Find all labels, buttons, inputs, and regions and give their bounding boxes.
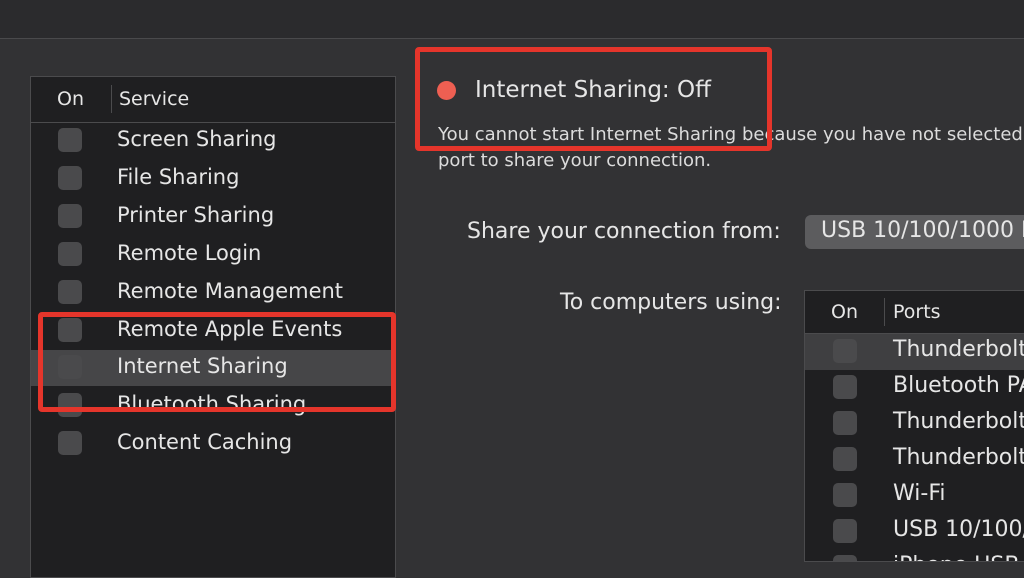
service-label: Remote Login bbox=[117, 241, 262, 265]
service-label: Remote Management bbox=[117, 279, 344, 303]
port-checkbox[interactable] bbox=[833, 555, 857, 561]
port-checkbox[interactable] bbox=[833, 339, 857, 363]
port-row[interactable]: Thunderbolt Ethernet bbox=[805, 334, 1024, 370]
service-label: File Sharing bbox=[117, 165, 240, 189]
column-header-service[interactable]: Service bbox=[119, 88, 189, 110]
column-header-on[interactable]: On bbox=[831, 301, 858, 323]
port-label: Thunderbolt Bridge bbox=[893, 409, 1024, 434]
service-checkbox[interactable] bbox=[58, 280, 82, 304]
port-label: Thunderbolt Ethernet bbox=[893, 337, 1024, 362]
ports-list-header: On Ports bbox=[805, 291, 1024, 334]
service-checkbox[interactable] bbox=[58, 166, 82, 190]
port-row[interactable]: Wi-Fi bbox=[805, 478, 1024, 514]
service-row-remote-login[interactable]: Remote Login bbox=[31, 237, 395, 273]
share-from-label: Share your connection from: bbox=[467, 219, 781, 244]
share-from-value: USB 10/100/1000 LAN bbox=[821, 218, 1024, 243]
port-label: Wi-Fi bbox=[893, 481, 946, 506]
to-computers-label: To computers using: bbox=[560, 290, 782, 315]
port-row[interactable]: Thunderbolt Bridge bbox=[805, 406, 1024, 442]
service-checkbox[interactable] bbox=[58, 128, 82, 152]
port-checkbox[interactable] bbox=[833, 447, 857, 471]
service-checkbox[interactable] bbox=[58, 204, 82, 228]
share-from-select[interactable]: USB 10/100/1000 LAN bbox=[805, 215, 1024, 249]
port-checkbox[interactable] bbox=[833, 411, 857, 435]
port-checkbox[interactable] bbox=[833, 375, 857, 399]
port-label: iPhone USB bbox=[893, 553, 1019, 561]
port-checkbox[interactable] bbox=[833, 483, 857, 507]
ports-list: On Ports Thunderbolt Ethernet Bluetooth … bbox=[804, 290, 1024, 562]
annotation-box-status bbox=[415, 47, 772, 151]
port-row[interactable]: USB 10/100/1000 LAN bbox=[805, 514, 1024, 550]
column-header-on[interactable]: On bbox=[57, 88, 84, 110]
service-row-file-sharing[interactable]: File Sharing bbox=[31, 161, 395, 197]
service-label: Content Caching bbox=[117, 430, 293, 454]
port-row[interactable]: iPhone USB bbox=[805, 550, 1024, 561]
service-row-printer-sharing[interactable]: Printer Sharing bbox=[31, 199, 395, 235]
port-checkbox[interactable] bbox=[833, 519, 857, 543]
service-label: Screen Sharing bbox=[117, 127, 277, 151]
column-header-ports[interactable]: Ports bbox=[893, 301, 941, 323]
service-row-screen-sharing[interactable]: Screen Sharing bbox=[31, 123, 395, 159]
service-label: Printer Sharing bbox=[117, 203, 275, 227]
service-checkbox[interactable] bbox=[58, 431, 82, 455]
port-row[interactable]: Thunderbolt Ethernet Slot 1 bbox=[805, 442, 1024, 478]
toolbar bbox=[0, 0, 1024, 39]
service-row-content-caching[interactable]: Content Caching bbox=[31, 426, 395, 462]
port-row[interactable]: Bluetooth PAN bbox=[805, 370, 1024, 406]
port-label: Bluetooth PAN bbox=[893, 373, 1024, 398]
port-label: Thunderbolt Ethernet Slot 1 bbox=[893, 445, 1024, 470]
service-list-header: On Service bbox=[31, 77, 395, 123]
column-divider bbox=[884, 298, 885, 326]
annotation-box-services bbox=[38, 312, 396, 412]
column-divider bbox=[111, 85, 112, 113]
port-label: USB 10/100/1000 LAN bbox=[893, 517, 1024, 542]
service-checkbox[interactable] bbox=[58, 242, 82, 266]
service-row-remote-management[interactable]: Remote Management bbox=[31, 275, 395, 311]
